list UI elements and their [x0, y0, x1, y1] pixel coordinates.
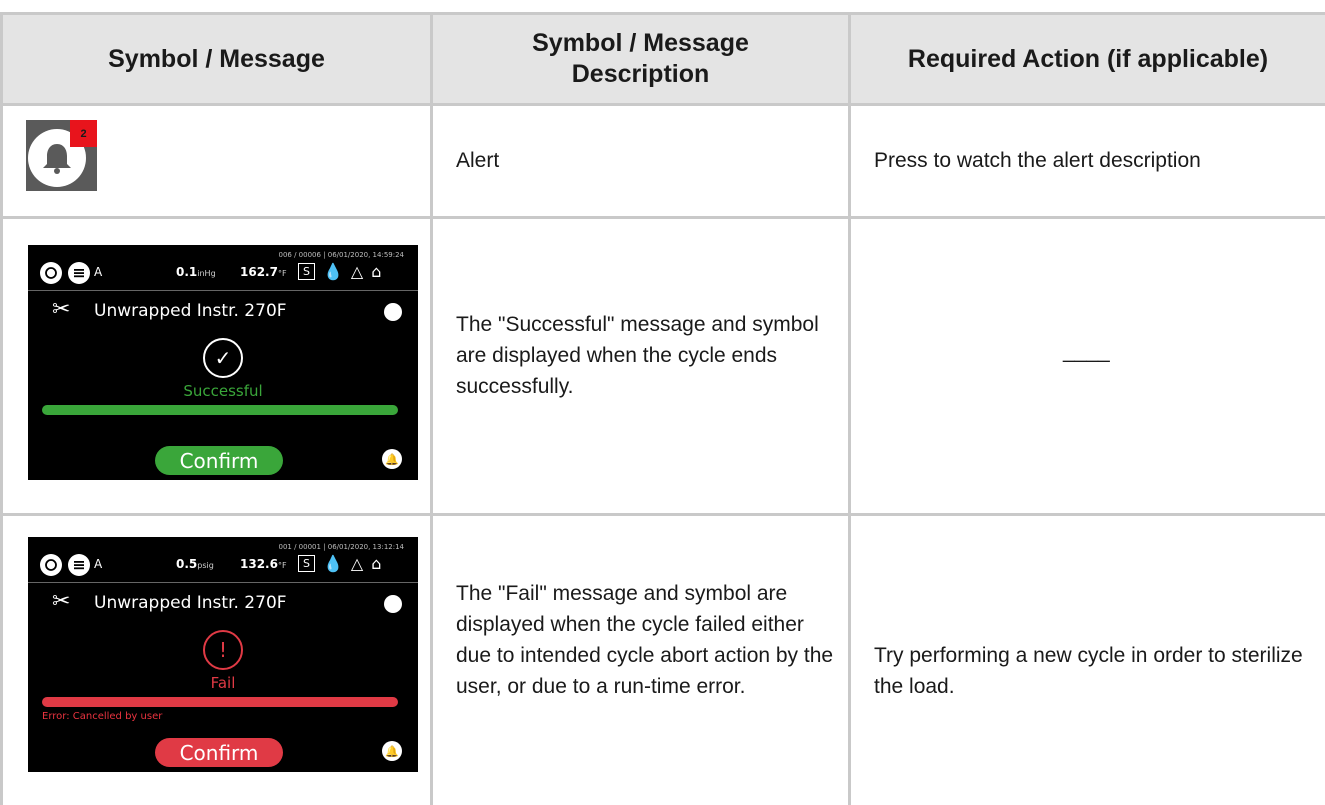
water-drop-icon: △	[350, 554, 364, 573]
cycle-meta: 001 / 00001 | 06/01/2020, 13:12:14	[278, 543, 404, 551]
error-message: Error: Cancelled by user	[42, 711, 163, 722]
header-symbol-message: Symbol / Message	[108, 44, 325, 73]
alert-count-badge: 2	[70, 120, 97, 147]
header-required-action: Required Action (if applicable)	[907, 44, 1269, 73]
menu-icon	[68, 262, 90, 284]
exclamation-icon: !	[203, 630, 243, 670]
status-text: Successful	[183, 382, 263, 400]
mode-label: A	[94, 265, 103, 279]
temperature-readout: 132.6°F	[240, 557, 287, 571]
status-icons: S 💧 △ ⌂	[298, 261, 389, 281]
symbols-table: Symbol / Message Symbol / Message Descri…	[0, 0, 1325, 805]
success-screen: 006 / 00006 | 06/01/2020, 14:59:24 A 0.1…	[28, 245, 418, 480]
water-drop-icon: △	[350, 262, 364, 281]
refresh-icon	[40, 554, 62, 576]
row-divider	[0, 513, 1325, 516]
cycle-meta: 006 / 00006 | 06/01/2020, 14:59:24	[278, 251, 404, 259]
cycle-name: Unwrapped Instr. 270F	[94, 301, 287, 321]
cycle-name: Unwrapped Instr. 270F	[94, 593, 287, 613]
water-drop-filled-icon: 💧	[323, 554, 343, 573]
row3-action: Try performing a new cycle in order to s…	[874, 644, 1303, 698]
row1-action: Press to watch the alert description	[874, 149, 1201, 172]
column-divider	[430, 14, 433, 805]
header-description: Symbol / Message Description	[532, 29, 749, 88]
s-mode-icon: S	[298, 555, 315, 572]
confirm-button[interactable]: Confirm	[155, 738, 283, 767]
lock-icon: ⌂	[371, 262, 382, 281]
graph-icon	[384, 595, 402, 613]
menu-icon	[68, 554, 90, 576]
row2-action: ____	[1063, 340, 1110, 363]
progress-bar	[42, 697, 398, 707]
pressure-readout: 0.5psig	[176, 557, 214, 571]
row-divider	[0, 216, 1325, 219]
water-drop-filled-icon: 💧	[323, 262, 343, 281]
row2-description: The "Successful" message and symbol are …	[456, 313, 819, 398]
status-text: Fail	[210, 674, 236, 692]
lock-icon: ⌂	[371, 554, 382, 573]
check-icon: ✓	[203, 338, 243, 378]
fail-screen: 001 / 00001 | 06/01/2020, 13:12:14 A 0.5…	[28, 537, 418, 772]
bell-icon[interactable]: 🔔	[382, 449, 402, 469]
pressure-readout: 0.1inHg	[176, 265, 216, 279]
row3-description: The "Fail" message and symbol are displa…	[456, 582, 834, 698]
temperature-readout: 162.7°F	[240, 265, 287, 279]
scissors-icon: ✂	[52, 297, 71, 322]
s-mode-icon: S	[298, 263, 315, 280]
status-icons: S 💧 △ ⌂	[298, 553, 389, 573]
column-divider	[848, 14, 851, 805]
refresh-icon	[40, 262, 62, 284]
scissors-icon: ✂	[52, 589, 71, 614]
progress-bar	[42, 405, 398, 415]
row1-description: Alert	[456, 149, 500, 172]
column-divider	[0, 14, 3, 805]
mode-label: A	[94, 557, 103, 571]
alert-bell-icon: 2	[26, 120, 97, 191]
confirm-button[interactable]: Confirm	[155, 446, 283, 475]
graph-icon	[384, 303, 402, 321]
bell-icon[interactable]: 🔔	[382, 741, 402, 761]
